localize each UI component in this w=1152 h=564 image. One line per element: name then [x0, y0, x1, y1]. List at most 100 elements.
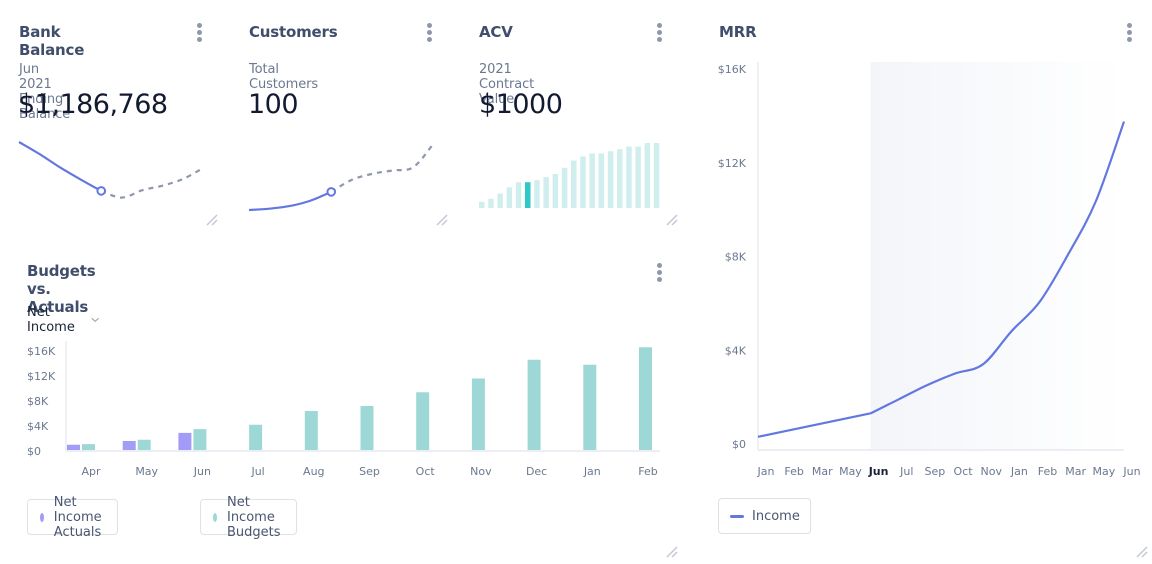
legend-budgets-button[interactable]: Net Income Budgets — [200, 495, 297, 540]
x-tick-label: Nov — [470, 465, 492, 478]
y-tick-label: $8K — [27, 395, 49, 408]
budgets-bar[interactable] — [82, 444, 95, 450]
x-tick-label: Feb — [638, 465, 657, 478]
legend-label: Net Income Budgets — [226, 494, 281, 540]
acv-bar[interactable] — [488, 198, 494, 208]
actuals-bar[interactable] — [67, 444, 80, 450]
y-tick-label: $12K — [718, 157, 747, 170]
metric-select-value: Net Income — [27, 305, 75, 335]
x-tick-label: Sep — [359, 465, 380, 478]
resize-handle-icon[interactable] — [205, 214, 219, 226]
budgets-bar[interactable] — [416, 392, 430, 450]
x-tick-label: Mar — [812, 465, 833, 478]
acv-bar[interactable] — [644, 143, 651, 208]
y-tick-label: $12K — [27, 370, 56, 383]
current-point-marker[interactable] — [326, 187, 337, 197]
card-title: Bank Balance — [19, 23, 85, 59]
legend-swatch — [213, 512, 217, 522]
x-tick-label: Jan — [757, 465, 775, 478]
y-tick-label: $8K — [725, 251, 747, 264]
x-tick-label: Jul — [250, 465, 264, 478]
x-tick-label: Jun — [193, 465, 211, 478]
legend-label: Net Income Actuals — [53, 494, 102, 540]
x-tick-label: Apr — [81, 465, 101, 478]
acv-bar[interactable] — [617, 149, 623, 208]
budgets-bar[interactable] — [193, 429, 207, 450]
acv-bar[interactable] — [497, 193, 503, 208]
actuals-bar[interactable] — [178, 432, 192, 450]
acv-bar[interactable] — [607, 151, 614, 208]
acv-bar[interactable] — [543, 177, 549, 208]
acv-bar[interactable] — [525, 182, 531, 208]
acv-bar[interactable] — [561, 167, 568, 208]
acv-bar[interactable] — [534, 180, 540, 208]
card-title: MRR — [719, 23, 757, 41]
acv-bar-sparkline — [479, 143, 660, 208]
mrr-line-chart: $0 $4K $8K $12K $16K Jan Feb Mar May Jun Jul Sep Oct… — [718, 62, 1141, 478]
budgets-bar[interactable] — [583, 364, 597, 450]
card-value: $1000 — [479, 89, 563, 120]
x-tick-label: Jun — [1122, 465, 1140, 478]
x-tick-label: Jan — [583, 465, 601, 478]
card-title: Customers — [249, 23, 338, 41]
resize-handle-icon[interactable] — [665, 214, 679, 226]
x-tick-label: Jun — [868, 465, 889, 478]
x-tick-label: Mar — [1065, 465, 1086, 478]
x-tick-label: May — [1092, 465, 1115, 478]
budgets-bar[interactable] — [471, 378, 485, 451]
acv-bar[interactable] — [571, 160, 577, 208]
y-tick-label: $0 — [27, 445, 41, 458]
legend-actuals-button[interactable]: Net Income Actuals — [27, 495, 118, 540]
x-tick-label: May — [135, 465, 158, 478]
legend-label: Income — [752, 508, 800, 524]
x-tick-label: Feb — [784, 465, 803, 478]
y-tick-label: $0 — [732, 438, 746, 451]
x-tick-label: May — [839, 465, 862, 478]
acv-bar[interactable] — [626, 146, 632, 208]
resize-handle-icon[interactable] — [1135, 546, 1149, 558]
bank-balance-sparkline — [18, 141, 205, 199]
acv-bar[interactable] — [552, 173, 559, 208]
acv-bar[interactable] — [479, 201, 485, 208]
acv-bar[interactable] — [580, 156, 586, 208]
x-tick-label: Nov — [980, 465, 1002, 478]
more-options-icon[interactable] — [423, 22, 435, 44]
x-tick-label: Oct — [416, 465, 436, 478]
y-tick-label: $16K — [27, 345, 56, 358]
x-tick-label: Aug — [303, 465, 324, 478]
more-options-icon[interactable] — [653, 22, 665, 44]
acv-bar[interactable] — [598, 153, 605, 208]
current-point-marker[interactable] — [96, 186, 107, 196]
acv-bar[interactable] — [635, 146, 641, 208]
y-tick-label: $16K — [718, 63, 747, 76]
actual-line — [248, 190, 332, 212]
resize-handle-icon[interactable] — [665, 546, 679, 558]
more-options-icon[interactable] — [193, 22, 205, 44]
acv-bar[interactable] — [653, 143, 660, 208]
more-options-icon[interactable] — [1123, 22, 1135, 44]
acv-bar[interactable] — [506, 187, 513, 208]
budgets-bar[interactable] — [527, 359, 541, 450]
income-line-actual — [757, 412, 871, 438]
chevron-down-icon — [90, 317, 99, 323]
legend-income-button[interactable]: Income — [718, 498, 811, 534]
budgets-bar[interactable] — [249, 424, 263, 450]
acv-bar[interactable] — [515, 182, 522, 208]
budgets-bar[interactable] — [639, 347, 652, 450]
y-tick-label: $4K — [725, 344, 747, 357]
budgets-bar[interactable] — [304, 411, 318, 450]
actuals-bar[interactable] — [122, 441, 136, 450]
metric-select[interactable]: Net Income — [27, 305, 99, 335]
legend-swatch — [40, 512, 44, 522]
forecast-line — [100, 166, 205, 199]
customers-sparkline — [248, 142, 435, 212]
budgets-bar[interactable] — [360, 406, 374, 450]
x-tick-label: Sep — [925, 465, 946, 478]
actual-line — [18, 141, 102, 192]
acv-bar[interactable] — [589, 153, 595, 208]
more-options-icon[interactable] — [653, 262, 665, 284]
x-tick-label: Jan — [1010, 465, 1028, 478]
card-value: $1,186,768 — [18, 89, 168, 120]
resize-handle-icon[interactable] — [435, 214, 449, 226]
budgets-bar[interactable] — [137, 439, 151, 450]
